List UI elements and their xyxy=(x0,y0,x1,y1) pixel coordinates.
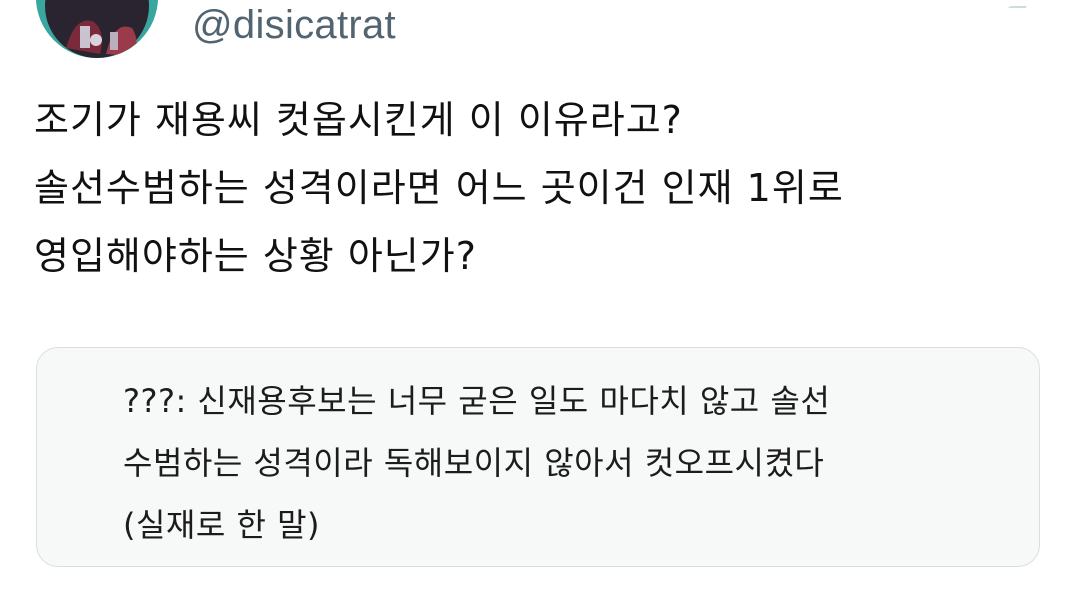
avatar[interactable] xyxy=(36,0,158,58)
tweet-text-line: 조기가 재용씨 컷옵시킨게 이 이유라고? xyxy=(34,98,683,142)
quoted-text-line: ???: 신재용후보는 너무 굳은 일도 마다치 않고 솔선 xyxy=(123,382,831,420)
quoted-content-card[interactable]: ???: 신재용후보는 너무 굳은 일도 마다치 않고 솔선 수범하는 성격이라… xyxy=(36,347,1040,567)
tweet-text: 조기가 재용씨 컷옵시킨게 이 이유라고? 솔선수범하는 성격이라면 어느 곳이… xyxy=(34,86,1044,290)
tweet-text-line: 솔선수범하는 성격이라면 어느 곳이건 인재 1위로 xyxy=(34,166,844,210)
profile-avatar-icon xyxy=(36,0,158,58)
author-handle[interactable]: @disicatrat xyxy=(192,2,396,48)
quoted-text: ???: 신재용후보는 너무 굳은 일도 마다치 않고 솔선 수범하는 성격이라… xyxy=(123,370,1023,556)
tweet-text-line: 영입해야하는 상황 아닌가? xyxy=(34,234,477,278)
quoted-text-line: 수범하는 성격이라 독해보이지 않아서 컷오프시켰다 xyxy=(123,444,825,482)
quoted-text-line: (실재로 한 말) xyxy=(123,506,321,544)
more-options-icon[interactable] xyxy=(1007,0,1031,8)
